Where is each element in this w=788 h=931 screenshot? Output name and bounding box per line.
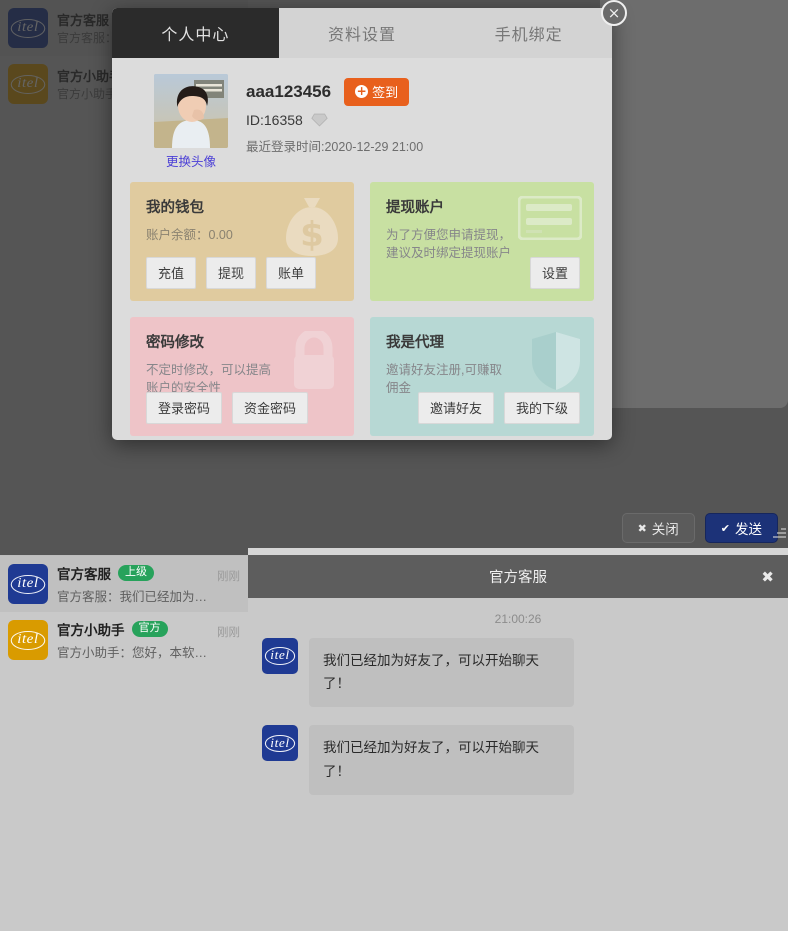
chat-message: itel 我们已经加为好友了，可以开始聊天了！	[262, 725, 774, 795]
withdraw-buttons: 设置	[529, 257, 580, 289]
contact-time: 刚刚	[217, 627, 240, 639]
app-root: itel 官方客服 官方客服：我们已经加为好友了... 刚刚 itel 官方小助…	[0, 0, 788, 931]
send-button-label: 发送	[735, 522, 762, 537]
check-icon: ✔	[720, 522, 730, 535]
close-button[interactable]: ✖ 关闭	[621, 513, 695, 543]
close-icon[interactable]: ✖	[761, 568, 774, 586]
background-action-bar: ✖ 关闭 ✔ 发送	[621, 513, 778, 543]
panel-divider	[248, 548, 788, 555]
list-item[interactable]: itel 官方小助手 官方 官方小助手：您好，本软件正在... 刚刚	[0, 612, 248, 668]
contact-name: 官方客服	[57, 567, 111, 582]
card-title: 密码修改	[146, 335, 204, 351]
avatar[interactable]	[154, 74, 228, 148]
avatar: itel	[8, 620, 48, 660]
avatar: itel	[262, 725, 298, 762]
tab-personal-center[interactable]: 个人中心	[112, 8, 279, 58]
resize-handle[interactable]	[772, 525, 786, 539]
contact-time: 刚刚	[217, 571, 240, 583]
itel-logo-icon: itel	[10, 630, 46, 650]
card-password: 密码修改 不定时修改，可以提高账户的安全性 登录密码 资金密码	[130, 317, 354, 436]
card-title: 我的钱包	[146, 200, 204, 216]
avatar-block: 更换头像	[154, 74, 228, 170]
cards-grid: 我的钱包 账户余额：0.00 $ 充值 提现 账单 提现账户 为了方便您申请提现…	[112, 178, 612, 454]
card-description: 为了方便您申请提现，建议及时绑定提现账户	[386, 228, 512, 261]
fund-password-button[interactable]: 资金密码	[232, 392, 309, 424]
wallet-balance: 账户余额：0.00	[146, 228, 233, 242]
contact-name: 官方小助手	[57, 623, 125, 638]
avatar-photo-icon	[154, 74, 228, 148]
settings-button[interactable]: 设置	[529, 257, 580, 289]
contact-preview: 官方小助手：您好，本软件正在...	[57, 646, 208, 660]
tab-phone-binding[interactable]: 手机绑定	[445, 8, 612, 58]
diamond-icon	[311, 113, 328, 127]
avatar: itel	[8, 564, 48, 604]
user-center-modal: × 个人中心 资料设置 手机绑定 更换头像 aaa123456 + 签到 ID:…	[112, 0, 627, 440]
chat-message: itel 我们已经加为好友了，可以开始聊天了！	[262, 638, 774, 708]
modal-tabs: 个人中心 资料设置 手机绑定	[112, 8, 612, 58]
im-chat-panel: 官方客服 ✖ 21:00:26 itel 我们已经加为好友了，可以开始聊天了！ …	[248, 555, 788, 931]
profile-info: aaa123456 + 签到 ID:16358 最近登录时间:2020-12-2…	[246, 74, 423, 155]
withdraw-button[interactable]: 提现	[206, 257, 257, 289]
card-withdraw-account: 提现账户 为了方便您申请提现，建议及时绑定提现账户 设置	[370, 182, 594, 301]
bill-button[interactable]: 账单	[266, 257, 317, 289]
message-timestamp: 21:00:26	[494, 612, 542, 626]
plus-circle-icon: +	[355, 84, 369, 98]
password-buttons: 登录密码 资金密码	[146, 392, 309, 424]
card-wallet: 我的钱包 账户余额：0.00 $ 充值 提现 账单	[130, 182, 354, 301]
itel-logo-icon: itel	[264, 647, 296, 665]
list-item[interactable]: itel 官方客服 上级 官方客服：我们已经加为好友了... 刚刚	[0, 556, 248, 612]
close-button-label: 关闭	[651, 522, 679, 537]
tab-profile-settings[interactable]: 资料设置	[279, 8, 446, 58]
message-bubble: 我们已经加为好友了，可以开始聊天了！	[309, 638, 574, 708]
contact-preview: 官方客服：我们已经加为好友了...	[57, 590, 208, 604]
recharge-button[interactable]: 充值	[146, 257, 197, 289]
change-avatar-link[interactable]: 更换头像	[154, 151, 228, 170]
send-button[interactable]: ✔ 发送	[704, 513, 778, 543]
signin-button[interactable]: + 签到	[344, 78, 410, 106]
status-badge: 上级	[118, 564, 154, 582]
avatar: itel	[262, 638, 298, 674]
card-title: 我是代理	[386, 335, 444, 351]
agent-buttons: 邀请好友 我的下级	[417, 392, 580, 424]
my-subordinates-button[interactable]: 我的下级	[503, 392, 580, 424]
svg-text:$: $	[300, 215, 324, 255]
login-password-button[interactable]: 登录密码	[146, 392, 223, 424]
itel-logo-icon: itel	[264, 734, 296, 753]
invite-friends-button[interactable]: 邀请好友	[417, 392, 494, 424]
profile-header: 更换头像 aaa123456 + 签到 ID:16358 最近登录时间:2020	[112, 58, 612, 178]
status-badge: 官方	[131, 620, 168, 638]
user-id-row: ID:16358	[246, 112, 423, 128]
username: aaa123456	[246, 82, 332, 101]
chat-header: 官方客服 ✖	[248, 555, 788, 598]
close-icon[interactable]: ×	[601, 0, 627, 26]
signin-button-label: 签到	[372, 85, 399, 100]
itel-logo-icon: itel	[10, 574, 46, 594]
wallet-buttons: 充值 提现 账单	[146, 257, 317, 289]
username-row: aaa123456 + 签到	[246, 78, 423, 106]
chat-title: 官方客服	[489, 570, 547, 586]
im-contact-list: itel 官方客服 上级 官方客服：我们已经加为好友了... 刚刚 itel 官…	[0, 555, 248, 931]
message-bubble: 我们已经加为好友了，可以开始聊天了！	[309, 725, 574, 795]
card-agent: 我是代理 邀请好友注册,可赚取佣金 邀请好友 我的下级	[370, 317, 594, 436]
x-icon: ✖	[637, 522, 647, 535]
user-id: ID:16358	[246, 112, 303, 128]
chat-messages: 21:00:26 itel 我们已经加为好友了，可以开始聊天了！ itel 我们…	[248, 598, 788, 823]
card-title: 提现账户	[386, 200, 444, 216]
background-panel-body	[600, 0, 788, 408]
last-login-time: 最近登录时间:2020-12-29 21:00	[246, 140, 424, 154]
